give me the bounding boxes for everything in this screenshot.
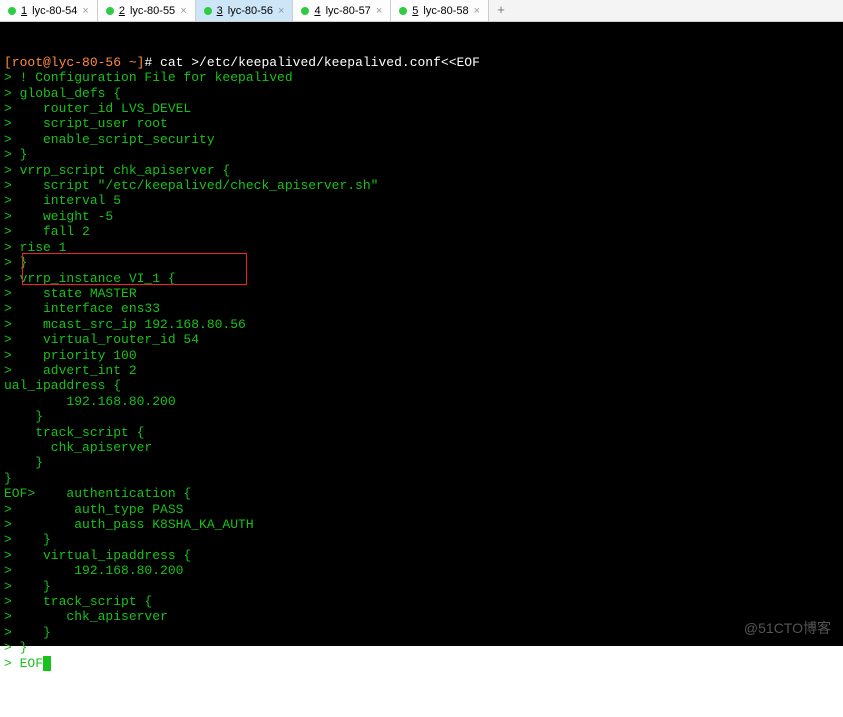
tab-lyc-80-55[interactable]: 2 lyc-80-55 × (98, 0, 196, 21)
tab-lyc-80-56[interactable]: 3 lyc-80-56 × (196, 0, 294, 21)
terminal-line: > vrrp_script chk_apiserver { (4, 163, 839, 178)
terminal-line: 192.168.80.200 (4, 394, 839, 409)
status-dot (204, 7, 212, 15)
close-icon[interactable]: × (474, 5, 480, 17)
terminal-line: > global_defs { (4, 86, 839, 101)
terminal-line: > virtual_ipaddress { (4, 548, 839, 563)
terminal-line: > state MASTER (4, 286, 839, 301)
terminal-line: > router_id LVS_DEVEL (4, 101, 839, 116)
close-icon[interactable]: × (376, 5, 382, 17)
terminal-line: } (4, 455, 839, 470)
terminal-line: > interface ens33 (4, 301, 839, 316)
status-dot (8, 7, 16, 15)
terminal-line: > auth_type PASS (4, 502, 839, 517)
terminal-line: > } (4, 255, 839, 270)
terminal-line: > ! Configuration File for keepalived (4, 70, 839, 85)
terminal-line: > vrrp_instance VI_1 { (4, 271, 839, 286)
terminal-line: > } (4, 640, 839, 655)
prompt-line: [root@lyc-80-56 ~]# cat >/etc/keepalived… (4, 55, 839, 70)
cursor (43, 656, 51, 671)
terminal-line: chk_apiserver (4, 440, 839, 455)
prompt-userhost: [root@lyc-80-56 ~] (4, 55, 144, 70)
close-icon[interactable]: × (82, 5, 88, 17)
tab-index: 5 (412, 5, 418, 17)
tab-index: 4 (314, 5, 320, 17)
terminal-line: > auth_pass K8SHA_KA_AUTH (4, 517, 839, 532)
terminal-line: > script "/etc/keepalived/check_apiserve… (4, 178, 839, 193)
terminal-line: > priority 100 (4, 348, 839, 363)
tab-label: lyc-80-55 (130, 5, 175, 17)
eof-text: > EOF (4, 656, 43, 671)
tab-lyc-80-57[interactable]: 4 lyc-80-57 × (293, 0, 391, 21)
terminal-line: > weight -5 (4, 209, 839, 224)
tab-label: lyc-80-57 (326, 5, 371, 17)
terminal-line: > mcast_src_ip 192.168.80.56 (4, 317, 839, 332)
terminal-line: > virtual_router_id 54 (4, 332, 839, 347)
tab-index: 1 (21, 5, 27, 17)
terminal-line: > } (4, 579, 839, 594)
tab-index: 2 (119, 5, 125, 17)
close-icon[interactable]: × (278, 5, 284, 17)
terminal-line: } (4, 471, 839, 486)
terminal-line: > enable_script_security (4, 132, 839, 147)
terminal-line: > interval 5 (4, 193, 839, 208)
tab-bar: 1 lyc-80-54 × 2 lyc-80-55 × 3 lyc-80-56 × 4 lyc-80… (0, 0, 843, 22)
add-tab-button[interactable]: + (489, 0, 513, 21)
close-icon[interactable]: × (180, 5, 186, 17)
tab-label: lyc-80-58 (423, 5, 468, 17)
terminal-line: > EOF (4, 656, 839, 671)
terminal-line: track_script { (4, 425, 839, 440)
terminal-line: EOF> authentication { (4, 486, 839, 501)
terminal-line: } (4, 409, 839, 424)
terminal-line: ual_ipaddress { (4, 378, 839, 393)
terminal-line: > } (4, 625, 839, 640)
tab-lyc-80-54[interactable]: 1 lyc-80-54 × (0, 0, 98, 21)
terminal[interactable]: [root@lyc-80-56 ~]# cat >/etc/keepalived… (0, 22, 843, 646)
status-dot (301, 7, 309, 15)
watermark: @51CTO博客 (744, 621, 831, 636)
command-text: cat >/etc/keepalived/keepalived.conf<<EO… (152, 55, 480, 70)
tab-label: lyc-80-54 (32, 5, 77, 17)
terminal-line: > script_user root (4, 116, 839, 131)
tab-lyc-80-58[interactable]: 5 lyc-80-58 × (391, 0, 489, 21)
terminal-line: > advert_int 2 (4, 363, 839, 378)
status-dot (399, 7, 407, 15)
terminal-line: > 192.168.80.200 (4, 563, 839, 578)
terminal-line: > chk_apiserver (4, 609, 839, 624)
tab-index: 3 (217, 5, 223, 17)
terminal-line: > fall 2 (4, 224, 839, 239)
status-dot (106, 7, 114, 15)
terminal-line: > } (4, 532, 839, 547)
terminal-line: > rise 1 (4, 240, 839, 255)
terminal-line: > } (4, 147, 839, 162)
tab-label: lyc-80-56 (228, 5, 273, 17)
terminal-line: > track_script { (4, 594, 839, 609)
